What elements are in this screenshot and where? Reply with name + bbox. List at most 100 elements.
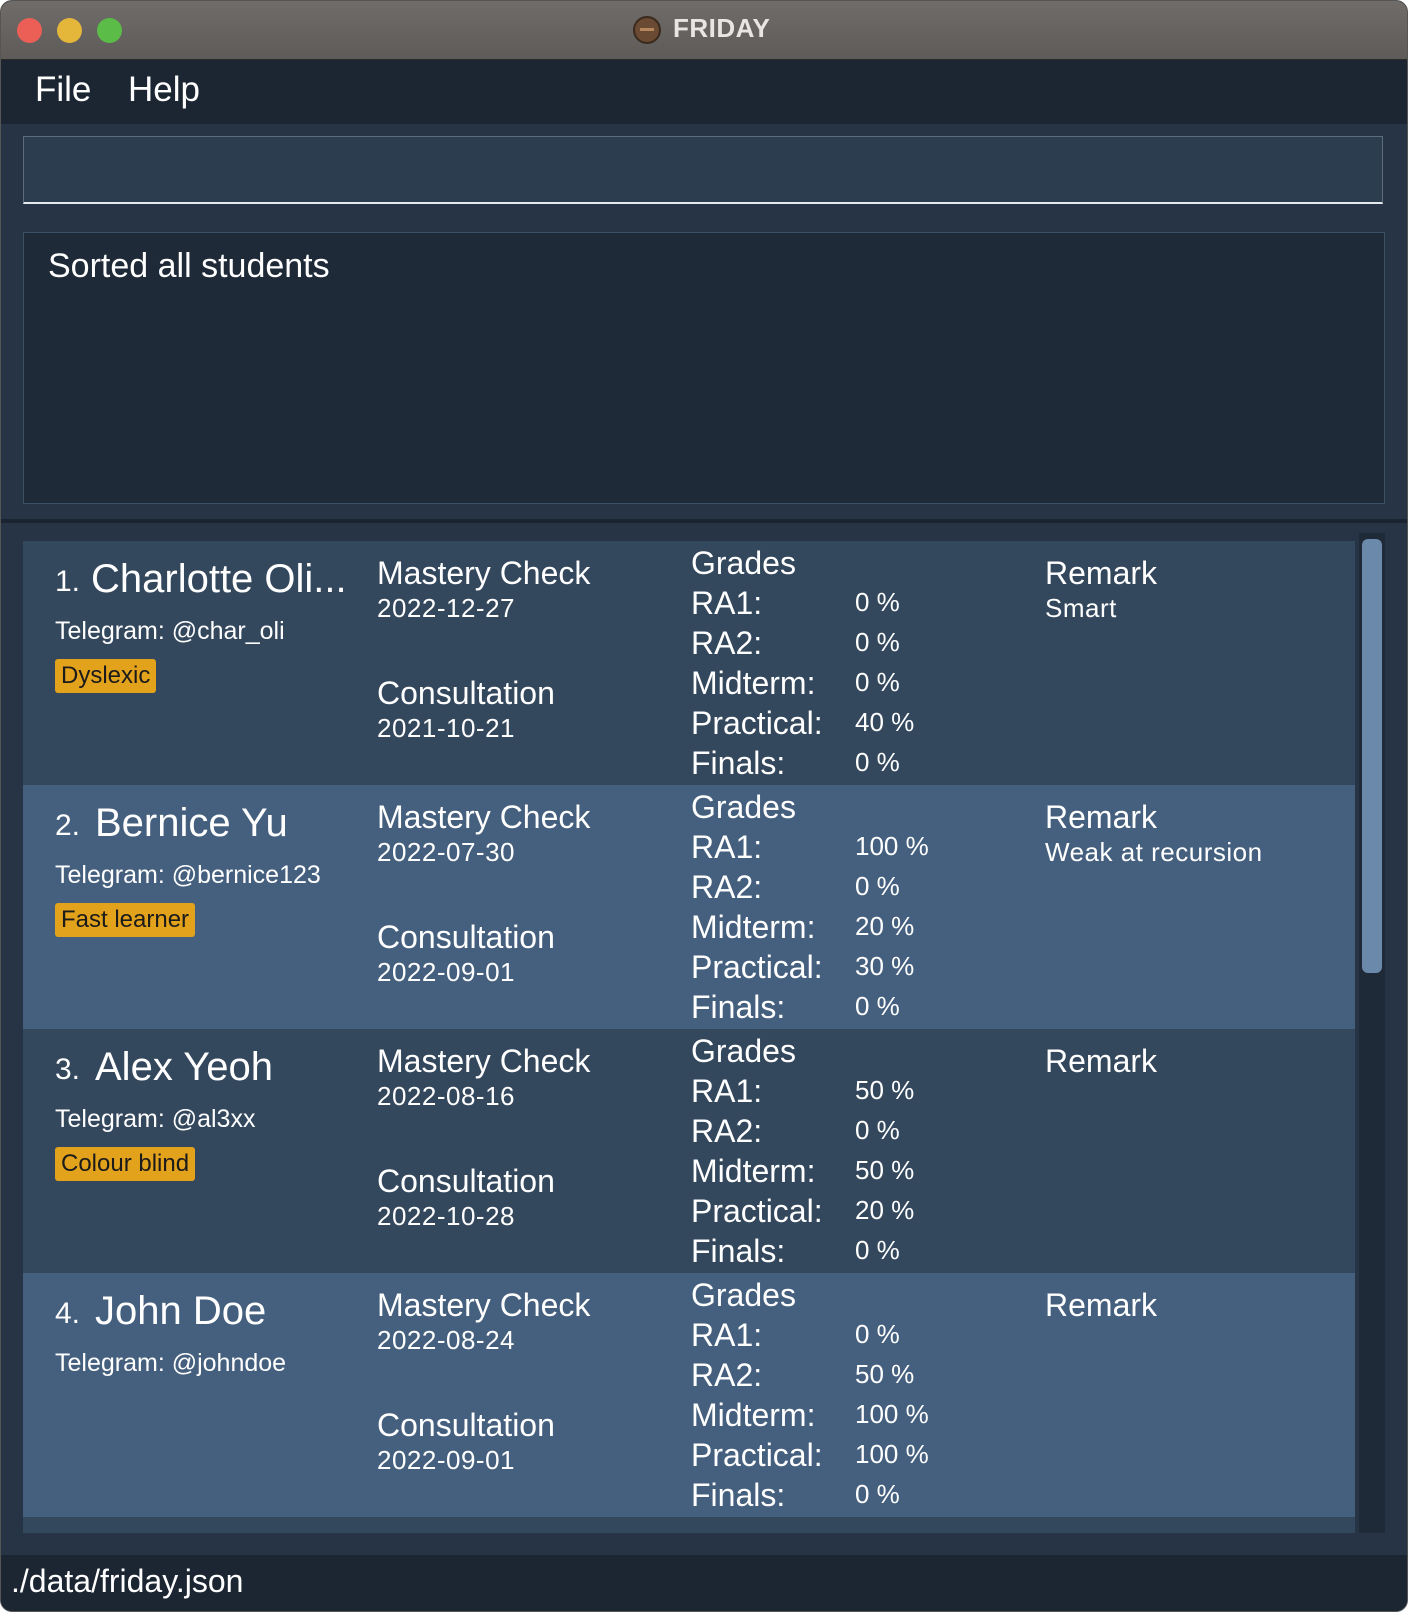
grade-value-practical: 30 % [855,951,915,981]
student-index: 4. [55,1297,81,1330]
student-list[interactable]: 1. Charlotte Oli... Telegram: @char_oli … [23,541,1355,1533]
menu-bar: File Help [1,60,1407,124]
grade-value-ra1: 0 % [855,587,900,617]
grade-value-ra1: 100 % [855,831,929,861]
student-telegram: Telegram: @char_oli [55,617,285,645]
list-scrollbar[interactable] [1359,533,1385,1533]
consultation-date: 2022-09-01 [377,1445,515,1475]
grades-label: Grades [691,1033,796,1069]
app-icon [633,16,661,44]
grades-label: Grades [691,789,796,825]
student-card-partial[interactable] [23,1517,1355,1533]
grade-label-midterm: Midterm: [691,665,816,701]
menu-file[interactable]: File [35,70,91,110]
maximize-window-button[interactable] [97,18,122,43]
grade-label-ra1: RA1: [691,1317,763,1353]
student-index: 1. [55,565,81,598]
remark-label: Remark [1045,1287,1158,1323]
grade-value-practical: 20 % [855,1195,915,1225]
grade-value-practical: 100 % [855,1439,929,1469]
status-bar: ./data/friday.json [1,1555,1407,1611]
grade-label-ra2: RA2: [691,1113,763,1149]
student-name: Bernice Yu [95,801,288,845]
grade-label-ra1: RA1: [691,1073,763,1109]
student-telegram: Telegram: @bernice123 [55,861,321,889]
grade-label-finals: Finals: [691,745,786,781]
grade-value-finals: 0 % [855,1235,900,1265]
grade-value-ra2: 0 % [855,627,900,657]
minimize-window-button[interactable] [57,18,82,43]
grade-value-ra1: 0 % [855,1319,900,1349]
mastery-check-date: 2022-07-30 [377,837,515,867]
grade-label-finals: Finals: [691,989,786,1025]
close-window-button[interactable] [17,18,42,43]
mastery-check-date: 2022-12-27 [377,593,515,623]
student-name: John Doe [95,1289,267,1333]
scrollbar-thumb[interactable] [1362,539,1382,973]
student-list-panel: 1. Charlotte Oli... Telegram: @char_oli … [1,523,1407,1555]
result-display[interactable]: Sorted all students [23,232,1385,504]
remark-text: Smart [1045,593,1117,623]
grade-label-ra2: RA2: [691,1357,763,1393]
student-card[interactable]: 3. Alex Yeoh Telegram: @al3xx Colour bli… [23,1029,1355,1273]
result-message: Sorted all students [48,247,330,285]
result-display-area: Sorted all students [1,220,1407,520]
grade-value-ra1: 50 % [855,1075,915,1105]
mastery-check-label: Mastery Check [377,555,591,591]
grade-label-practical: Practical: [691,1437,823,1473]
remark-label: Remark [1045,799,1158,835]
grade-label-practical: Practical: [691,1193,823,1229]
student-name: Alex Yeoh [95,1045,273,1089]
window-title: FRIDAY [673,13,771,43]
student-index: 2. [55,809,81,842]
grades-label: Grades [691,1277,796,1313]
title-bar[interactable]: FRIDAY [1,1,1407,60]
remark-text: Weak at recursion [1045,837,1263,867]
mastery-check-date: 2022-08-16 [377,1081,515,1111]
grade-label-ra2: RA2: [691,625,763,661]
grade-value-ra2: 0 % [855,871,900,901]
student-telegram: Telegram: @johndoe [55,1349,287,1377]
grade-label-finals: Finals: [691,1233,786,1269]
mastery-check-date: 2022-08-24 [377,1325,515,1355]
grade-value-midterm: 0 % [855,667,900,697]
student-tag: Dyslexic [55,659,157,693]
grade-label-midterm: Midterm: [691,1397,816,1433]
grade-value-midterm: 50 % [855,1155,915,1185]
student-tag: Fast learner [55,903,196,937]
consultation-date: 2022-09-01 [377,957,515,987]
grade-label-ra1: RA1: [691,585,763,621]
grade-label-midterm: Midterm: [691,1153,816,1189]
remark-label: Remark [1045,555,1158,591]
grade-value-finals: 0 % [855,747,900,777]
grade-label-finals: Finals: [691,1477,786,1513]
grades-label: Grades [691,545,796,581]
app-window: FRIDAY File Help Sorted all students 1. … [0,0,1408,1612]
data-file-path: ./data/friday.json [11,1563,244,1599]
student-card[interactable]: 2. Bernice Yu Telegram: @bernice123 Fast… [23,785,1355,1029]
mastery-check-label: Mastery Check [377,799,591,835]
consultation-label: Consultation [377,675,555,711]
student-telegram: Telegram: @al3xx [55,1105,256,1133]
grade-label-practical: Practical: [691,949,823,985]
student-card[interactable]: 1. Charlotte Oli... Telegram: @char_oli … [23,541,1355,785]
grade-label-midterm: Midterm: [691,909,816,945]
command-input[interactable] [23,136,1383,204]
consultation-date: 2021-10-21 [377,713,515,743]
grade-value-finals: 0 % [855,991,900,1021]
student-card[interactable]: 4. John Doe Telegram: @johndoe Mastery C… [23,1273,1355,1517]
consultation-label: Consultation [377,1407,555,1443]
consultation-label: Consultation [377,919,555,955]
consultation-label: Consultation [377,1163,555,1199]
grade-value-practical: 40 % [855,707,915,737]
grade-value-finals: 0 % [855,1479,900,1509]
grade-label-ra2: RA2: [691,869,763,905]
grade-label-ra1: RA1: [691,829,763,865]
menu-help[interactable]: Help [128,70,200,110]
grade-value-midterm: 100 % [855,1399,929,1429]
grade-label-practical: Practical: [691,705,823,741]
grade-value-ra2: 50 % [855,1359,915,1389]
student-tag: Colour blind [55,1147,196,1181]
grade-value-ra2: 0 % [855,1115,900,1145]
student-index: 3. [55,1053,81,1086]
